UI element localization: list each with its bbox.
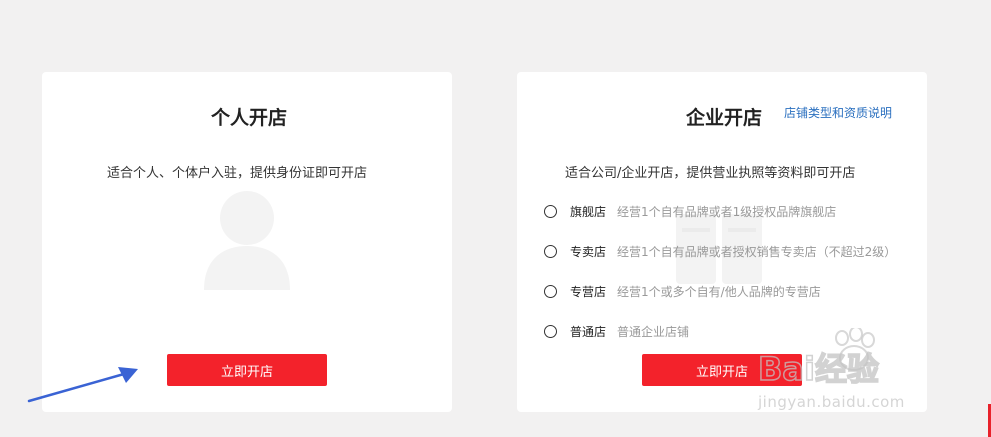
radio-unchecked-icon[interactable] bbox=[544, 284, 557, 298]
personal-open-store-button[interactable]: 立即开店 bbox=[167, 354, 327, 386]
personal-card-title: 个人开店 bbox=[211, 107, 288, 129]
option-name: 普通店 bbox=[570, 324, 607, 339]
store-type-option-regular[interactable]: 普通店 普通企业店铺 bbox=[544, 322, 689, 340]
watermark-url: jingyan.baidu.com bbox=[758, 393, 905, 411]
annotation-arrow-icon bbox=[27, 367, 138, 403]
option-name: 专营店 bbox=[570, 284, 607, 299]
watermark-paw-logo: Bai经验 bbox=[758, 328, 880, 389]
enterprise-card-description: 适合公司/企业开店，提供营业执照等资料即可开店 bbox=[565, 166, 856, 181]
store-type-option-franchise[interactable]: 专营店 经营1个或多个自有/他人品牌的专营店 bbox=[544, 282, 821, 300]
radio-unchecked-icon[interactable] bbox=[544, 244, 557, 258]
user-silhouette-icon bbox=[204, 191, 290, 290]
option-description: 经营1个自有品牌或者授权销售专卖店（不超过2级） bbox=[617, 244, 897, 259]
store-type-explanation-link[interactable]: 店铺类型和资质说明 bbox=[784, 104, 892, 121]
radio-unchecked-icon[interactable] bbox=[544, 204, 557, 218]
option-description: 经营1个自有品牌或者1级授权品牌旗舰店 bbox=[617, 204, 837, 219]
option-description: 普通企业店铺 bbox=[617, 324, 690, 339]
option-name: 旗舰店 bbox=[570, 204, 607, 219]
watermark-logo-text: Bai经验 bbox=[758, 350, 879, 388]
store-type-option-specialty[interactable]: 专卖店 经营1个自有品牌或者授权销售专卖店（不超过2级） bbox=[544, 242, 896, 260]
option-name: 专卖店 bbox=[570, 244, 607, 259]
personal-card-description: 适合个人、个体户入驻，提供身份证即可开店 bbox=[107, 166, 368, 181]
radio-unchecked-icon[interactable] bbox=[544, 324, 557, 338]
enterprise-card-title: 企业开店 bbox=[686, 107, 763, 129]
option-description: 经营1个或多个自有/他人品牌的专营店 bbox=[617, 284, 821, 299]
store-type-option-flagship[interactable]: 旗舰店 经营1个自有品牌或者1级授权品牌旗舰店 bbox=[544, 202, 836, 220]
